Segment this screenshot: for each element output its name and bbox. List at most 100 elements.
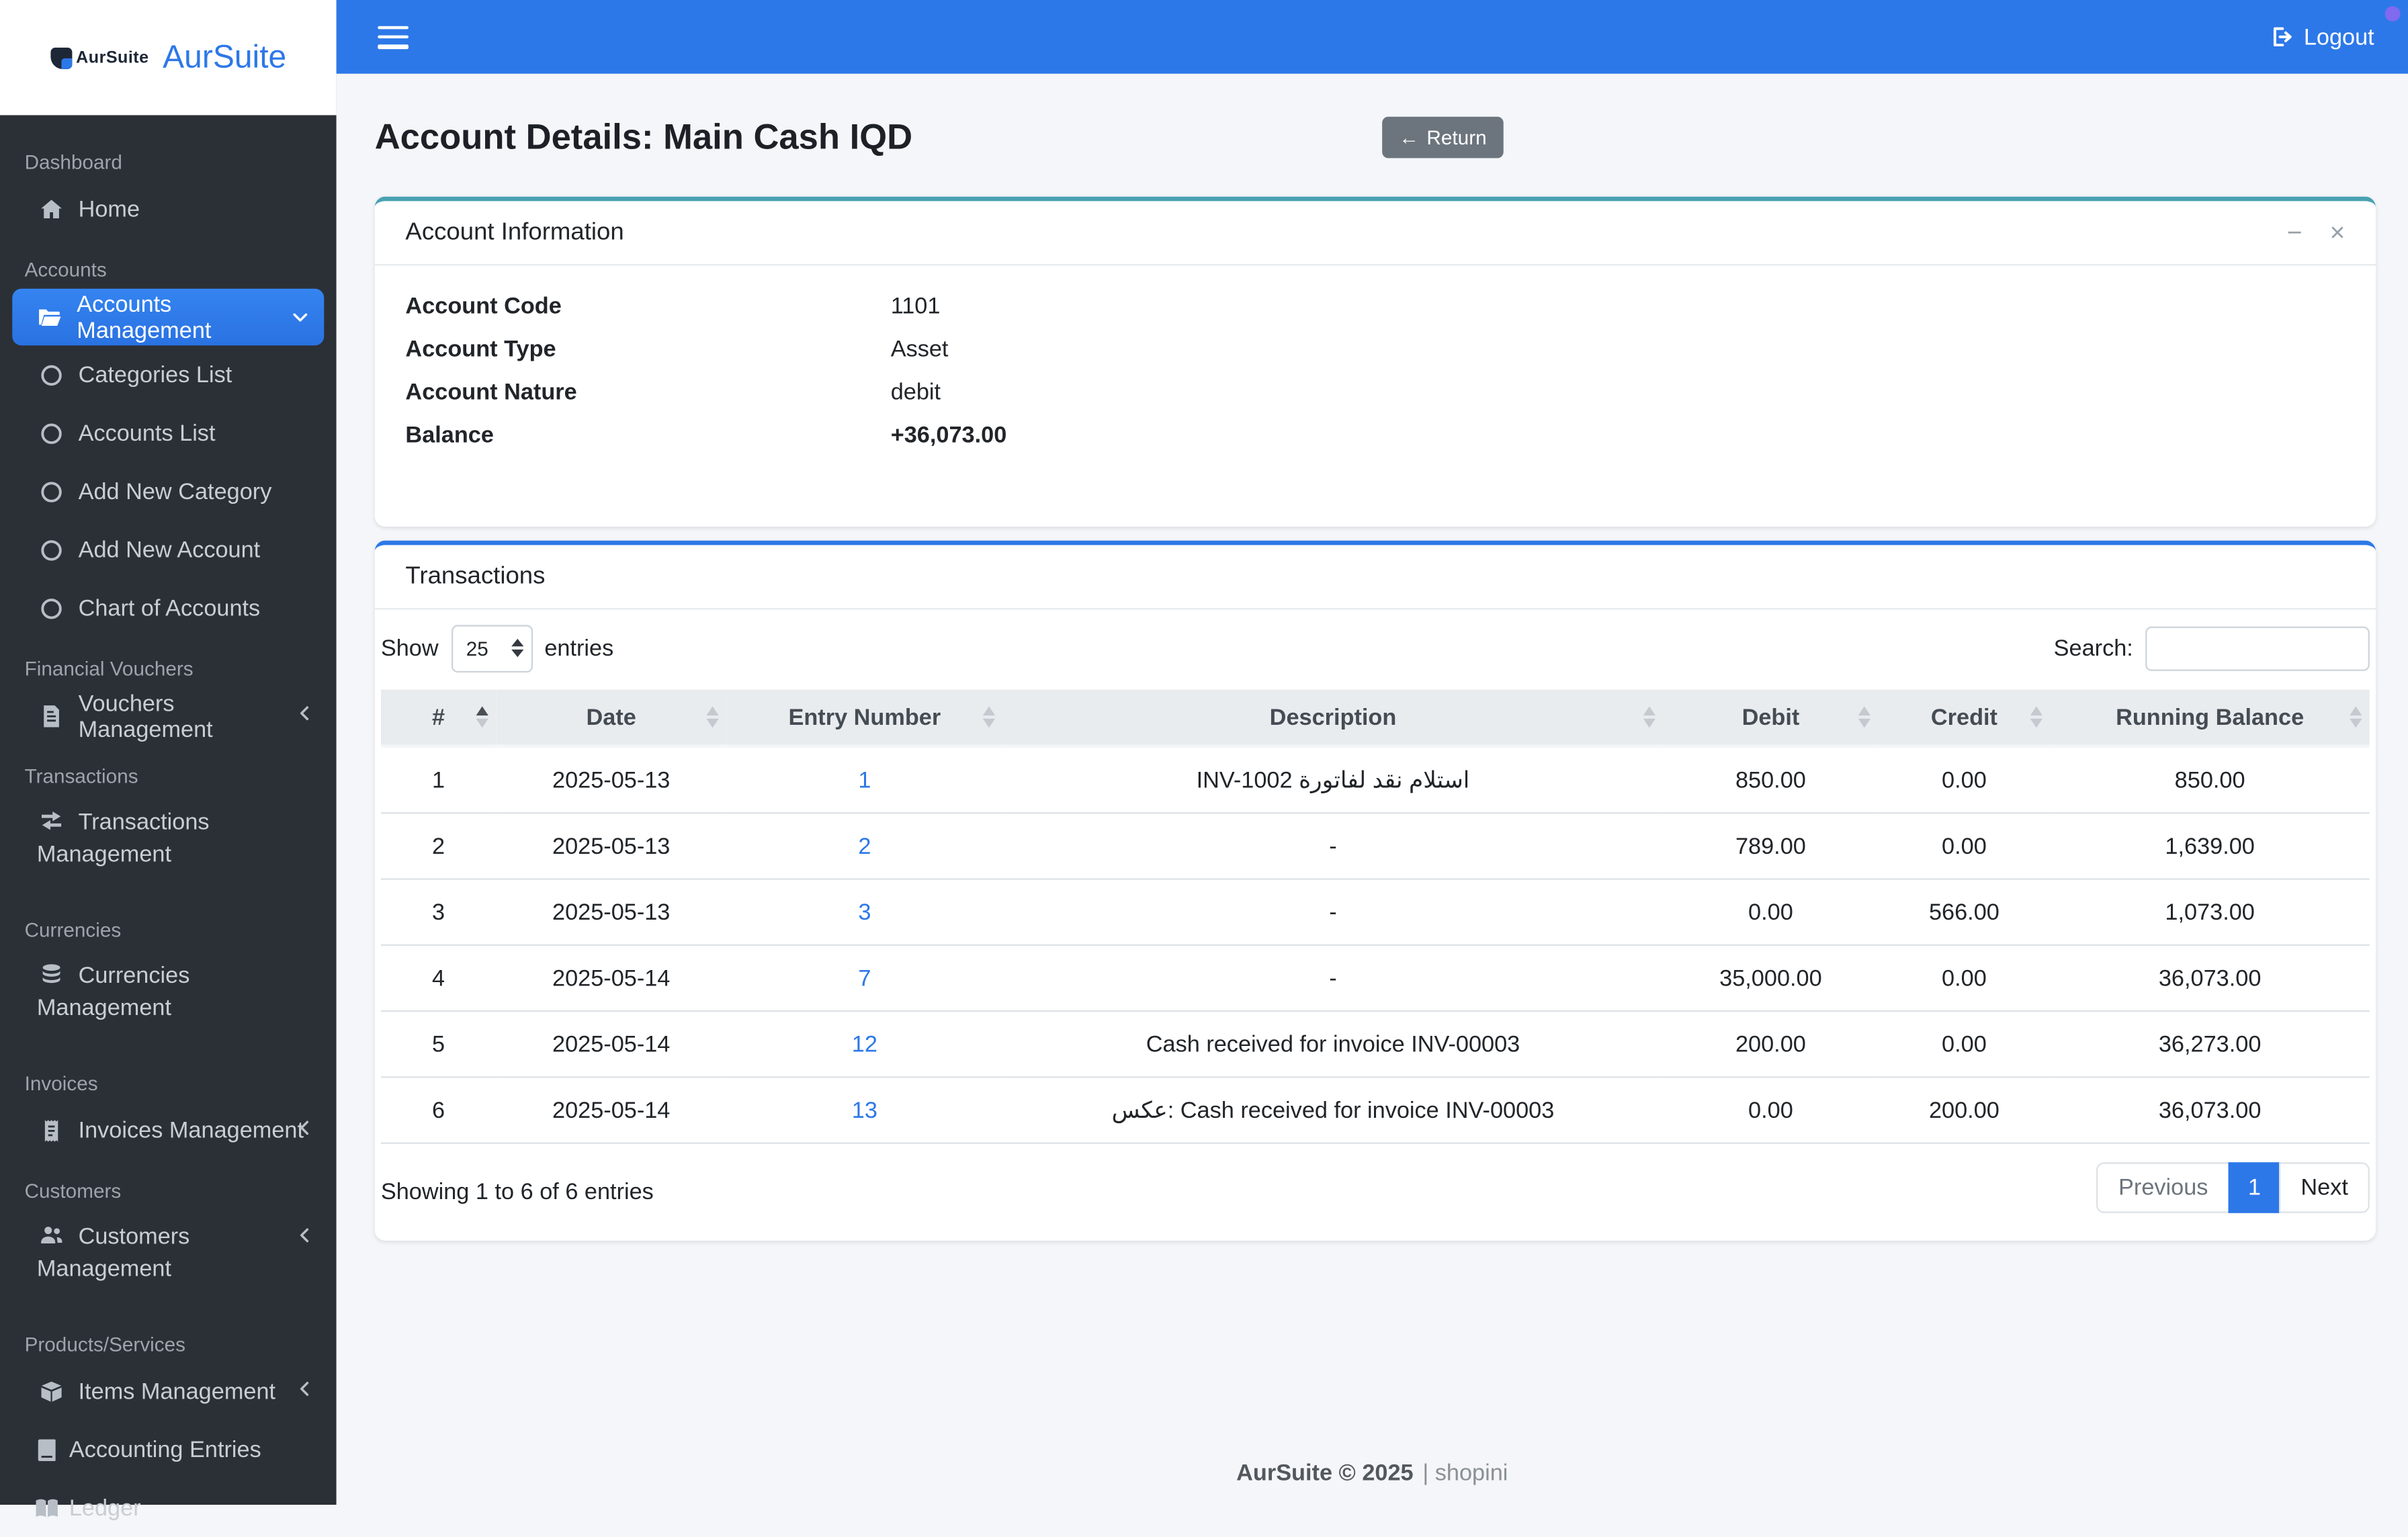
cell-date: 2025-05-13 — [496, 813, 727, 880]
return-button[interactable]: ← Return — [1382, 116, 1504, 159]
entry-link[interactable]: 2 — [858, 833, 871, 859]
minimize-icon[interactable]: − — [2287, 220, 2303, 246]
sidebar-item-items-management[interactable]: Items Management — [0, 1364, 337, 1421]
sidebar-item-home[interactable]: Home — [0, 181, 337, 238]
table-info: Showing 1 to 6 of 6 entries — [380, 1179, 654, 1206]
show-label: Show — [380, 635, 439, 661]
footer-sub: | shopini — [1422, 1459, 1508, 1486]
entry-link[interactable]: 7 — [858, 965, 871, 992]
sidebar-section-label: Financial Vouchers — [24, 657, 194, 680]
entries-label: entries — [544, 635, 614, 661]
cell-entry-number: 7 — [726, 945, 1003, 1012]
cell-description: عكس: Cash received for invoice INV-00003 — [1002, 1077, 1664, 1144]
sidebar-item-accounting-entries[interactable]: Accounting Entries — [0, 1422, 337, 1479]
cell-running-balance: 36,073.00 — [2050, 945, 2370, 1012]
sidebar-item-label: Vouchers Management — [78, 690, 213, 743]
folder-open-icon — [36, 303, 63, 331]
receipt-icon — [37, 1117, 64, 1145]
sidebar-item-label: Home — [78, 196, 140, 223]
arrow-left-icon: ← — [1399, 126, 1419, 149]
exchange-icon — [37, 807, 64, 834]
entry-link[interactable]: 3 — [858, 899, 871, 925]
logout-icon — [2274, 27, 2292, 47]
entry-link[interactable]: 12 — [852, 1031, 877, 1057]
column-header-label: Date — [586, 703, 636, 730]
pagination: Previous 1 Next — [2097, 1162, 2370, 1213]
pagination-page-1[interactable]: 1 — [2228, 1162, 2281, 1213]
pagination-next[interactable]: Next — [2279, 1162, 2370, 1213]
pagination-previous[interactable]: Previous — [2097, 1162, 2230, 1213]
menu-toggle-icon[interactable] — [378, 25, 408, 48]
sidebar-item-add-new-account[interactable]: Add New Account — [0, 522, 337, 579]
info-label: Balance — [405, 421, 494, 448]
cell-description: - — [1002, 945, 1664, 1012]
sidebar-item-label: Items Management — [78, 1378, 276, 1405]
info-value: 1101 — [890, 292, 941, 319]
sort-arrows-icon — [982, 706, 996, 728]
circle-icon — [37, 420, 64, 447]
column-header-date[interactable]: Date — [496, 689, 727, 748]
info-label: Account Nature — [405, 378, 577, 405]
search-input[interactable] — [2145, 625, 2370, 670]
cell-entry-number: 13 — [726, 1077, 1003, 1144]
column-header-#[interactable]: # — [380, 689, 497, 748]
table-row: 3 2025-05-13 3-0.00 566.00 1,073.00 — [380, 879, 2370, 946]
cell-date: 2025-05-13 — [496, 746, 727, 814]
cell-debit: 0.00 — [1663, 879, 1879, 946]
sidebar-item-currencies-management[interactable]: Currencies Management — [0, 949, 337, 1052]
sidebar-item-transactions-management[interactable]: Transactions Management — [0, 795, 337, 898]
account-information-title: Account Information — [405, 218, 624, 245]
sidebar-item-customers-management[interactable]: Customers Management — [0, 1210, 337, 1313]
circle-icon — [37, 478, 64, 506]
close-icon[interactable]: × — [2330, 220, 2346, 246]
home-icon — [37, 195, 64, 223]
column-header-entry-number[interactable]: Entry Number — [726, 689, 1003, 748]
sidebar-item-invoices-management[interactable]: Invoices Management — [0, 1102, 337, 1159]
return-label: Return — [1426, 126, 1487, 149]
cell-index: 3 — [380, 879, 497, 946]
table-row: 2 2025-05-13 2-789.00 0.00 1,639.00 — [380, 813, 2370, 880]
sidebar-item-accounts-management[interactable]: Accounts Management — [12, 288, 325, 346]
cell-debit: 0.00 — [1663, 1077, 1879, 1144]
cell-credit: 0.00 — [1878, 945, 2051, 1012]
sidebar-item-ledger[interactable]: Ledger — [0, 1480, 337, 1537]
sidebar-item-label: Chart of Accounts — [78, 595, 261, 622]
transactions-title: Transactions — [405, 562, 546, 589]
sidebar-item-label: Add New Category — [78, 479, 272, 505]
cell-entry-number: 12 — [726, 1011, 1003, 1078]
circle-icon — [37, 361, 64, 389]
sidebar-brand[interactable]: AurSuite AurSuite — [0, 0, 337, 116]
account-info-row: Account Code 1101 — [405, 284, 2345, 327]
sort-arrows-icon — [1643, 706, 1656, 728]
sidebar-nav: Dashboard Home Accounts Accounts Management… — [0, 115, 337, 1537]
column-header-debit[interactable]: Debit — [1663, 689, 1879, 748]
column-header-description[interactable]: Description — [1002, 689, 1664, 748]
cell-entry-number: 1 — [726, 746, 1003, 814]
entry-link[interactable]: 1 — [858, 767, 871, 793]
page-length-select[interactable]: 25 — [450, 624, 533, 672]
sort-arrows-icon — [2350, 706, 2362, 728]
cell-index: 2 — [380, 813, 497, 880]
cell-credit: 200.00 — [1878, 1077, 2051, 1144]
sidebar-item-chart-of-accounts[interactable]: Chart of Accounts — [0, 580, 337, 638]
sidebar-item-accounts-list[interactable]: Accounts List — [0, 405, 337, 462]
account-info-row: Balance +36,073.00 — [405, 413, 2345, 456]
sidebar-item-vouchers-management[interactable]: Vouchers Management — [0, 688, 337, 745]
aursuite-logo-text: AurSuite — [76, 48, 149, 67]
cell-credit: 0.00 — [1878, 1011, 2051, 1078]
aursuite-logo-icon: AurSuite — [50, 46, 149, 69]
column-header-running-balance[interactable]: Running Balance — [2050, 689, 2370, 748]
sidebar-item-label: Accounts Management — [77, 291, 212, 343]
sidebar-item-add-new-category[interactable]: Add New Category — [0, 464, 337, 521]
column-header-label: Running Balance — [2116, 703, 2305, 730]
column-header-credit[interactable]: Credit — [1878, 689, 2051, 748]
sidebar-item-categories-list[interactable]: Categories List — [0, 347, 337, 404]
entry-link[interactable]: 13 — [852, 1097, 877, 1123]
book-open-icon — [32, 1495, 60, 1522]
logout-button[interactable]: Logout — [2270, 24, 2374, 50]
screen: AurSuite AurSuite Dashboard Home Accounts A… — [0, 0, 2408, 1522]
topbar: Logout — [336, 0, 2408, 74]
sidebar-section-label: Currencies — [24, 918, 122, 942]
column-header-label: Debit — [1742, 703, 1800, 730]
file-invoice-icon — [37, 703, 64, 730]
